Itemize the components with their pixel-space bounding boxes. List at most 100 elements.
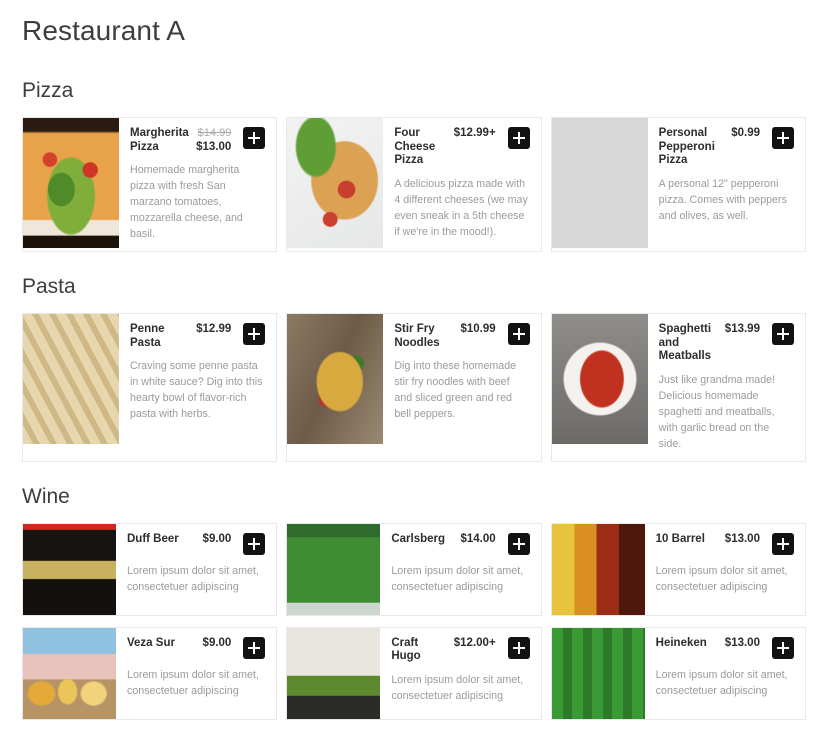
add-item-button[interactable] bbox=[771, 636, 794, 659]
menu-item-header: Craft Hugo $12.00+ bbox=[391, 636, 530, 664]
section-title-wine: Wine bbox=[22, 484, 70, 508]
menu-item-card[interactable]: Personal Pepperoni Pizza $0.99 A personal … bbox=[550, 117, 806, 252]
menu-item-price-group: $9.00 bbox=[203, 533, 232, 547]
add-item-button[interactable] bbox=[771, 323, 794, 345]
menu-item-description: Craving some penne pasta in white sauce?… bbox=[130, 360, 263, 420]
menu-item-header: Spaghetti and Meatballs $13.99 bbox=[659, 323, 794, 364]
menu-item-header: Heineken $13.00 bbox=[655, 636, 794, 659]
menu-item-price: $12.99+ bbox=[453, 127, 496, 139]
menu-item-image bbox=[551, 627, 645, 719]
menu-item-card[interactable]: 10 Barrel $13.00 Lorem ipsum dolor sit ame… bbox=[550, 522, 806, 616]
section-title-pizza: Pizza bbox=[22, 79, 74, 102]
menu-item-name: Stir Fry Noodles bbox=[394, 323, 440, 349]
menu-item-description: Lorem ipsum dolor sit amet, consectetuer… bbox=[127, 668, 259, 697]
add-item-button[interactable] bbox=[507, 636, 530, 659]
menu-item-price-group: $9.00 bbox=[203, 637, 232, 651]
menu-sections: Pizza Margherita Pizza $14.99 $13.00 Homemad… bbox=[22, 78, 806, 720]
menu-item-price: $14.00 bbox=[460, 532, 496, 545]
card-grid-wine: Duff Beer $9.00 Lorem ipsum dolor sit amet… bbox=[22, 522, 806, 720]
menu-item-name: Craft Hugo bbox=[391, 636, 421, 663]
add-item-button[interactable] bbox=[243, 532, 266, 555]
menu-item-price-group: $12.00+ bbox=[454, 637, 496, 651]
menu-item-image bbox=[23, 118, 119, 248]
menu-item-description: Lorem ipsum dolor sit amet, consectetuer… bbox=[391, 564, 524, 593]
menu-item-description: Lorem ipsum dolor sit amet, consectetuer… bbox=[127, 564, 259, 593]
menu-item-price: $0.99 bbox=[731, 127, 760, 139]
menu-item-price-group: $12.99 bbox=[196, 323, 231, 337]
menu-item-body: Veza Sur $9.00 Lorem ipsum dolor sit amet,… bbox=[116, 628, 276, 719]
menu-item-name: Carlsberg bbox=[391, 532, 446, 545]
menu-item-price: $13.00 bbox=[196, 140, 232, 153]
menu-item-price-group: $14.00 bbox=[460, 533, 495, 547]
menu-item-body: Craft Hugo $12.00+ Lorem ipsum dolor sit a… bbox=[380, 628, 540, 719]
menu-item-image bbox=[23, 627, 116, 719]
menu-item-card[interactable]: Carlsberg $14.00 Lorem ipsum dolor sit ame… bbox=[286, 522, 542, 616]
menu-item-price: $12.00+ bbox=[453, 636, 496, 649]
add-item-button[interactable] bbox=[243, 323, 266, 345]
menu-item-header: Stir Fry Noodles $10.99 bbox=[394, 323, 530, 350]
section-title-pasta: Pasta bbox=[22, 275, 76, 298]
menu-item-image bbox=[287, 627, 381, 719]
add-item-button[interactable] bbox=[771, 532, 794, 555]
menu-item-price: $13.00 bbox=[724, 636, 760, 649]
menu-item-price: $12.99 bbox=[196, 323, 232, 335]
menu-item-card[interactable]: Duff Beer $9.00 Lorem ipsum dolor sit amet… bbox=[22, 522, 278, 616]
menu-item-name: Duff Beer bbox=[127, 532, 179, 545]
menu-item-card[interactable]: Heineken $13.00 Lorem ipsum dolor sit amet… bbox=[550, 626, 806, 720]
menu-item-body: Duff Beer $9.00 Lorem ipsum dolor sit amet… bbox=[116, 524, 276, 615]
menu-item-price: $13.99 bbox=[724, 323, 760, 335]
menu-page: Restaurant A Pizza Margherita Pizza $14.99… bbox=[0, 14, 820, 720]
menu-item-image bbox=[23, 523, 116, 615]
menu-item-price-group: $13.99 bbox=[725, 323, 760, 337]
menu-item-card[interactable]: Craft Hugo $12.00+ Lorem ipsum dolor sit a… bbox=[286, 626, 542, 720]
card-grid-pizza: Margherita Pizza $14.99 $13.00 Homemade mar… bbox=[22, 117, 806, 252]
menu-item-card[interactable]: Stir Fry Noodles $10.99 Dig into these hom… bbox=[286, 313, 542, 462]
card-grid-pasta: Penne Pasta $12.99 Craving some penne past… bbox=[22, 313, 806, 462]
menu-item-image bbox=[287, 118, 384, 248]
menu-item-name: Margherita Pizza bbox=[130, 127, 189, 153]
menu-item-body: Personal Pepperoni Pizza $0.99 A personal … bbox=[648, 118, 805, 251]
menu-item-image bbox=[287, 314, 384, 444]
add-item-button[interactable] bbox=[507, 532, 530, 555]
menu-item-description: Homemade margherita pizza with fresh San… bbox=[130, 164, 243, 240]
menu-item-price-group: $10.99 bbox=[460, 323, 495, 337]
menu-item-description: Lorem ipsum dolor sit amet, consectetuer… bbox=[391, 673, 524, 702]
menu-item-price-group: $13.00 bbox=[725, 533, 760, 547]
menu-item-card[interactable]: Margherita Pizza $14.99 $13.00 Homemade mar… bbox=[22, 117, 278, 252]
menu-item-body: Margherita Pizza $14.99 $13.00 Homemade mar… bbox=[119, 118, 276, 251]
menu-section-wine: Wine Duff Beer $9.00 Lorem ipsum dolor sit … bbox=[22, 484, 806, 720]
menu-item-price-group: $14.99 $13.00 bbox=[196, 127, 231, 154]
menu-item-header: Duff Beer $9.00 bbox=[127, 532, 266, 555]
menu-item-card[interactable]: Four Cheese Pizza $12.99+ A delicious pizz… bbox=[286, 117, 542, 252]
menu-item-name: Four Cheese Pizza bbox=[394, 127, 436, 166]
menu-item-description: A personal 12" pepperoni pizza. Comes wi… bbox=[658, 177, 787, 222]
add-item-button[interactable] bbox=[507, 127, 530, 149]
menu-item-body: 10 Barrel $13.00 Lorem ipsum dolor sit ame… bbox=[645, 524, 805, 615]
menu-item-price: $10.99 bbox=[460, 323, 496, 335]
add-item-button[interactable] bbox=[243, 636, 266, 659]
menu-item-body: Stir Fry Noodles $10.99 Dig into these hom… bbox=[383, 314, 540, 461]
menu-item-price: $9.00 bbox=[202, 636, 232, 649]
menu-item-header: Margherita Pizza $14.99 $13.00 bbox=[130, 127, 266, 154]
menu-item-description: Lorem ipsum dolor sit amet, consectetuer… bbox=[655, 668, 788, 697]
menu-item-price-group: $13.00 bbox=[725, 637, 760, 651]
menu-item-name: Penne Pasta bbox=[130, 323, 165, 349]
menu-item-card[interactable]: Penne Pasta $12.99 Craving some penne past… bbox=[22, 313, 278, 462]
menu-item-card[interactable]: Spaghetti and Meatballs $13.99 Just like g… bbox=[550, 313, 806, 462]
menu-item-description: Dig into these homemade stir fry noodles… bbox=[394, 360, 517, 420]
menu-item-description: A delicious pizza made with 4 different … bbox=[394, 177, 528, 238]
menu-item-header: Penne Pasta $12.99 bbox=[130, 323, 266, 350]
add-item-button[interactable] bbox=[243, 127, 266, 149]
menu-item-name: Heineken bbox=[655, 636, 707, 649]
menu-item-price: $13.00 bbox=[724, 532, 760, 545]
add-item-button[interactable] bbox=[771, 127, 794, 149]
menu-section-pizza: Pizza Margherita Pizza $14.99 $13.00 Homemad… bbox=[22, 78, 806, 252]
menu-item-body: Four Cheese Pizza $12.99+ A delicious pizz… bbox=[383, 118, 540, 251]
add-item-button[interactable] bbox=[507, 323, 530, 345]
menu-item-name: 10 Barrel bbox=[655, 532, 705, 545]
menu-item-header: Veza Sur $9.00 bbox=[127, 636, 266, 659]
menu-item-image bbox=[551, 523, 645, 615]
menu-item-name: Personal Pepperoni Pizza bbox=[658, 127, 715, 166]
menu-item-name: Veza Sur bbox=[127, 636, 175, 649]
menu-item-card[interactable]: Veza Sur $9.00 Lorem ipsum dolor sit amet,… bbox=[22, 626, 278, 720]
